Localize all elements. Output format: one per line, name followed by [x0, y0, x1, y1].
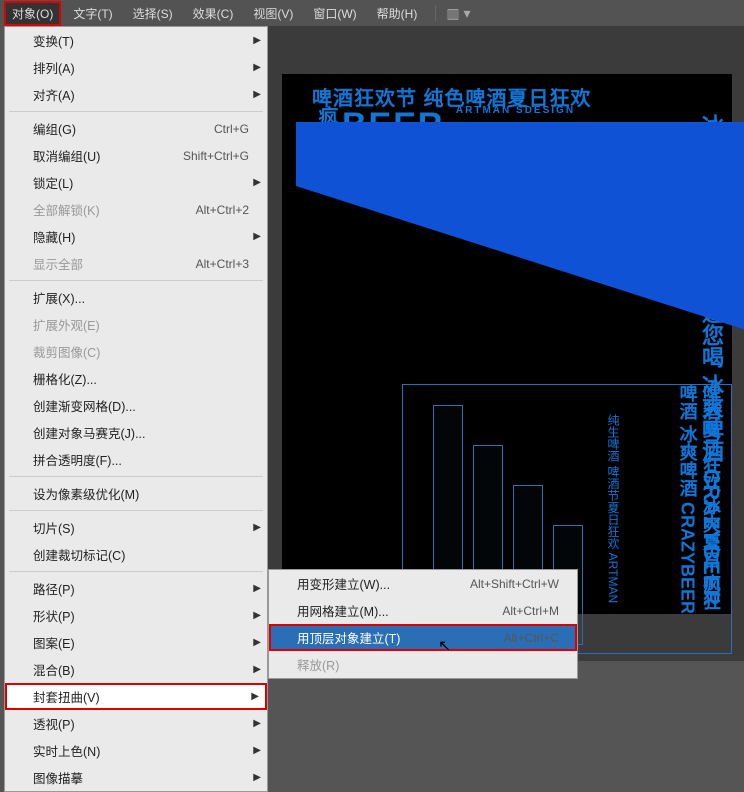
- menu-item-1[interactable]: 排列(A)▶: [5, 54, 267, 81]
- menu-help[interactable]: 帮助(H): [369, 1, 426, 26]
- chevron-right-icon: ▶: [253, 610, 261, 621]
- menu-item-26[interactable]: 图案(E)▶: [5, 629, 267, 656]
- menu-item-14[interactable]: 栅格化(Z)...: [5, 365, 267, 392]
- menu-type[interactable]: 文字(T): [65, 1, 120, 26]
- divider: [435, 5, 436, 21]
- menu-item-15[interactable]: 创建渐变网格(D)...: [5, 392, 267, 419]
- artboard[interactable]: 啤酒狂欢节 纯色啤酒夏日狂欢 疯凉狂 BEER ARTMAN SDESIGN 纯…: [282, 74, 732, 614]
- menu-item-4[interactable]: 编组(G)Ctrl+G: [5, 115, 267, 142]
- menu-item-8[interactable]: 隐藏(H)▶: [5, 223, 267, 250]
- menu-window[interactable]: 窗口(W): [305, 1, 364, 26]
- chevron-right-icon: ▶: [253, 637, 261, 648]
- menu-item-27[interactable]: 混合(B)▶: [5, 656, 267, 683]
- menu-item-0[interactable]: 变换(T)▶: [5, 27, 267, 54]
- submenu-item-2[interactable]: 用顶层对象建立(T)Alt+Ctrl+C: [269, 624, 577, 651]
- menu-select[interactable]: 选择(S): [125, 1, 181, 26]
- menu-item-9: 显示全部Alt+Ctrl+3: [5, 250, 267, 277]
- menu-item-19[interactable]: 设为像素级优化(M): [5, 480, 267, 507]
- chevron-right-icon: ▶: [253, 177, 261, 188]
- object-menu-dropdown: 变换(T)▶排列(A)▶对齐(A)▶ 编组(G)Ctrl+G取消编组(U)Shif…: [4, 26, 268, 792]
- menu-item-31[interactable]: 图像描摹▶: [5, 764, 267, 791]
- chevron-right-icon: ▶: [253, 583, 261, 594]
- menu-view[interactable]: 视图(V): [245, 1, 301, 26]
- menu-item-2[interactable]: 对齐(A)▶: [5, 81, 267, 108]
- chevron-right-icon: ▶: [253, 745, 261, 756]
- menu-effect[interactable]: 效果(C): [185, 1, 242, 26]
- menu-separator: [9, 476, 263, 477]
- menu-separator: [9, 111, 263, 112]
- submenu-item-0[interactable]: 用变形建立(W)...Alt+Shift+Ctrl+W: [269, 570, 577, 597]
- menu-separator: [9, 510, 263, 511]
- submenu-item-1[interactable]: 用网格建立(M)...Alt+Ctrl+M: [269, 597, 577, 624]
- chevron-right-icon: ▶: [251, 691, 259, 702]
- menu-item-16[interactable]: 创建对象马赛克(J)...: [5, 419, 267, 446]
- chevron-right-icon: ▶: [253, 62, 261, 73]
- chevron-right-icon: ▶: [253, 35, 261, 46]
- chevron-right-icon: ▶: [253, 89, 261, 100]
- menu-item-25[interactable]: 形状(P)▶: [5, 602, 267, 629]
- menu-item-11[interactable]: 扩展(X)...: [5, 284, 267, 311]
- menu-item-21[interactable]: 切片(S)▶: [5, 514, 267, 541]
- menu-object[interactable]: 对象(O): [4, 1, 61, 26]
- submenu-item-3: 释放(R): [269, 651, 577, 678]
- arrange-docs-icon[interactable]: ▥ ▾: [446, 5, 470, 22]
- menu-item-7: 全部解锁(K)Alt+Ctrl+2: [5, 196, 267, 223]
- menu-item-12: 扩展外观(E): [5, 311, 267, 338]
- menu-item-17[interactable]: 拼合透明度(F)...: [5, 446, 267, 473]
- menu-item-29[interactable]: 透视(P)▶: [5, 710, 267, 737]
- menu-item-22[interactable]: 创建裁切标记(C): [5, 541, 267, 568]
- canvas-area[interactable]: 啤酒狂欢节 纯色啤酒夏日狂欢 疯凉狂 BEER ARTMAN SDESIGN 纯…: [268, 26, 744, 661]
- menu-item-6[interactable]: 锁定(L)▶: [5, 169, 267, 196]
- menu-item-24[interactable]: 路径(P)▶: [5, 575, 267, 602]
- chevron-right-icon: ▶: [253, 772, 261, 783]
- menu-item-30[interactable]: 实时上色(N)▶: [5, 737, 267, 764]
- chevron-right-icon: ▶: [253, 522, 261, 533]
- chevron-right-icon: ▶: [253, 231, 261, 242]
- menu-separator: [9, 571, 263, 572]
- menubar: 对象(O) 文字(T) 选择(S) 效果(C) 视图(V) 窗口(W) 帮助(H…: [0, 0, 744, 26]
- menu-item-28[interactable]: 封套扭曲(V)▶: [5, 683, 267, 710]
- menu-item-13: 裁剪图像(C): [5, 338, 267, 365]
- envelope-distort-submenu: 用变形建立(W)...Alt+Shift+Ctrl+W用网格建立(M)...Al…: [268, 569, 578, 679]
- chevron-right-icon: ▶: [253, 718, 261, 729]
- menu-item-5[interactable]: 取消编组(U)Shift+Ctrl+G: [5, 142, 267, 169]
- menu-separator: [9, 280, 263, 281]
- chevron-right-icon: ▶: [253, 664, 261, 675]
